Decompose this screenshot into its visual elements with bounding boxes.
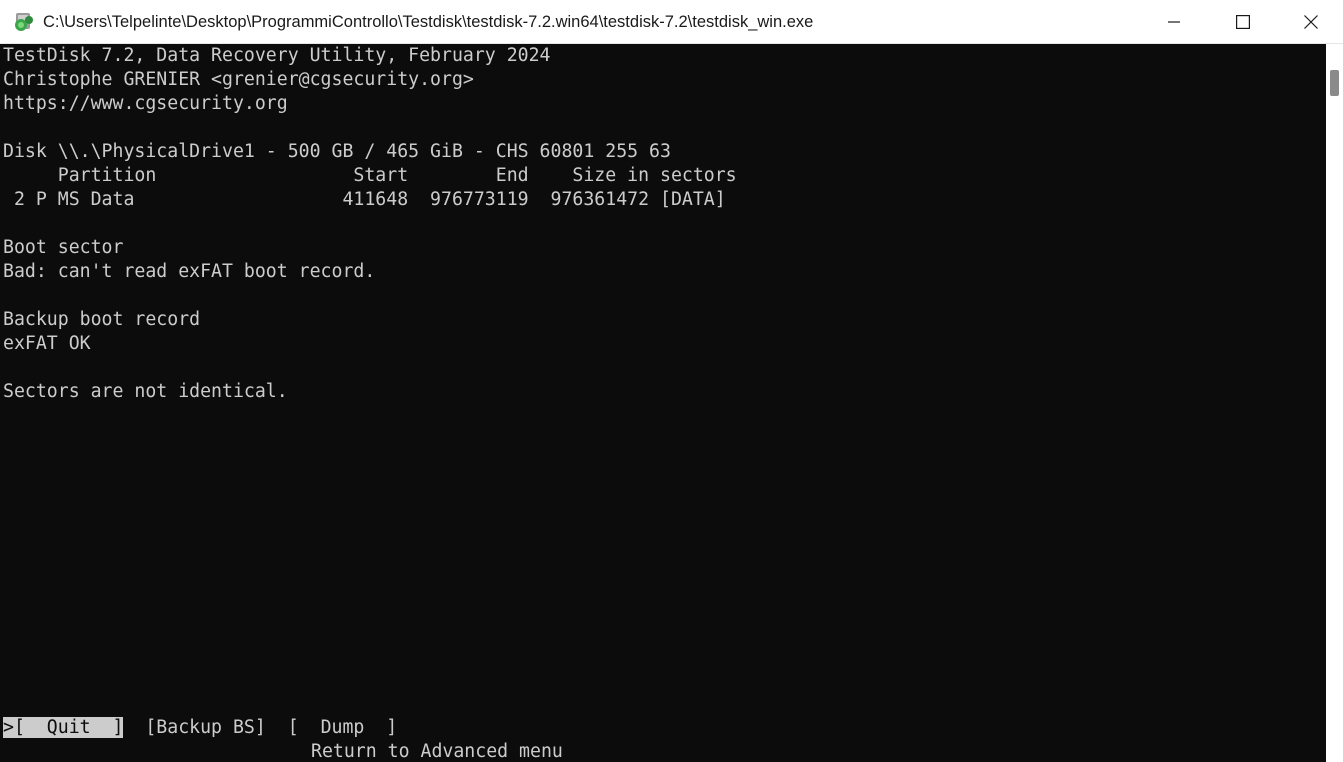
header-url-line: https://www.cgsecurity.org xyxy=(3,93,288,114)
testdisk-app-icon xyxy=(13,11,35,33)
header-title-line: TestDisk 7.2, Data Recovery Utility, Feb… xyxy=(3,45,551,66)
menu-hint: Return to Advanced menu xyxy=(311,741,563,762)
menu-bar: >[ Quit ] [Backup BS] [ Dump ] xyxy=(3,716,397,740)
scrollbar-thumb[interactable] xyxy=(1330,70,1339,96)
boot-sector-status: Bad: can't read exFAT boot record. xyxy=(3,261,376,282)
minimize-icon xyxy=(1168,21,1180,23)
console-output[interactable]: TestDisk 7.2, Data Recovery Utility, Feb… xyxy=(0,44,1326,762)
vertical-scrollbar[interactable] xyxy=(1326,44,1343,762)
backup-boot-record-label: Backup boot record xyxy=(3,309,201,330)
title-bar[interactable]: C:\Users\Telpelinte\Desktop\ProgrammiCon… xyxy=(0,0,1343,44)
terminal-window: C:\Users\Telpelinte\Desktop\ProgrammiCon… xyxy=(0,0,1343,762)
boot-sector-label: Boot sector xyxy=(3,237,124,258)
backup-bs-menu-option[interactable]: [Backup BS] xyxy=(145,717,265,738)
sector-comparison-status: Sectors are not identical. xyxy=(3,381,288,402)
dump-menu-option[interactable]: [ Dump ] xyxy=(288,717,398,738)
minimize-button[interactable] xyxy=(1139,0,1209,44)
partition-row: 2 P MS Data 411648 976773119 976361472 [… xyxy=(3,189,726,210)
close-button[interactable] xyxy=(1278,0,1343,44)
close-icon xyxy=(1303,15,1318,29)
maximize-icon xyxy=(1236,15,1250,29)
backup-boot-record-status: exFAT OK xyxy=(3,333,91,354)
window-title: C:\Users\Telpelinte\Desktop\ProgrammiCon… xyxy=(43,13,814,31)
partition-table-header: Partition Start End Size in sectors xyxy=(3,165,737,186)
maximize-button[interactable] xyxy=(1208,0,1278,44)
quit-menu-option[interactable]: >[ Quit ] xyxy=(3,717,124,738)
disk-info-line: Disk \\.\PhysicalDrive1 - 500 GB / 465 G… xyxy=(3,141,671,162)
header-author-line: Christophe GRENIER <grenier@cgsecurity.o… xyxy=(3,69,474,90)
